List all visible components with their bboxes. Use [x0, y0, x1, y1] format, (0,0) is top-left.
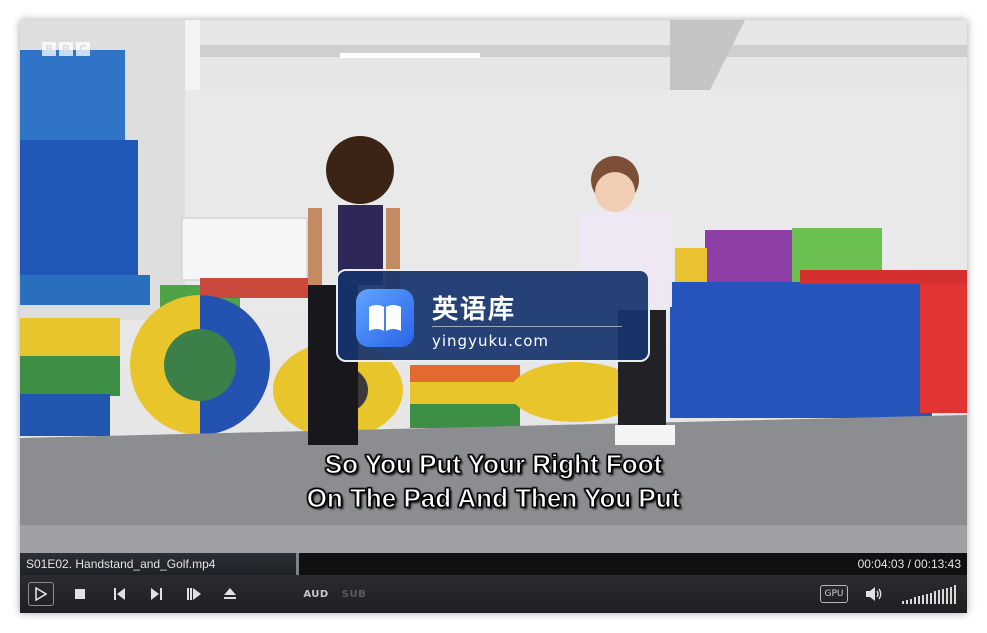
watermark-divider: [432, 326, 622, 327]
volume-bar: [946, 587, 948, 604]
mute-button[interactable]: [865, 582, 885, 606]
watermark-url: yingyuku.com: [432, 332, 549, 350]
volume-bar: [942, 589, 944, 604]
seek-bar[interactable]: S01E02. Handstand_and_Golf.mp4 00:04:03 …: [20, 553, 967, 575]
frame-step-icon: [187, 588, 201, 600]
next-button[interactable]: [146, 582, 166, 606]
stop-button[interactable]: [70, 582, 90, 606]
previous-button[interactable]: [110, 582, 130, 606]
eject-button[interactable]: [220, 582, 240, 606]
next-icon: [151, 588, 162, 600]
play-button[interactable]: [28, 582, 54, 606]
volume-bar: [910, 598, 912, 604]
channel-logo-letter: C: [76, 42, 90, 56]
volume-bar: [906, 599, 908, 604]
volume-slider[interactable]: [902, 584, 958, 604]
channel-logo-letter: B: [42, 42, 56, 56]
watermark-title: 英语库: [432, 295, 517, 325]
watermark-badge: 英语库 yingyuku.com: [336, 269, 650, 362]
frame-step-button[interactable]: [184, 582, 204, 606]
speaker-icon: [866, 587, 882, 601]
volume-bar: [926, 593, 928, 604]
gpu-toggle-button[interactable]: GPU: [820, 585, 848, 603]
volume-bar: [934, 591, 936, 604]
volume-bar: [938, 590, 940, 604]
subtitle-line: So You Put Your Right Foot: [324, 449, 663, 480]
subtitle-line: On The Pad And Then You Put: [306, 483, 681, 514]
stop-icon: [75, 589, 85, 599]
audio-track-button[interactable]: AUD: [303, 582, 329, 606]
video-frame[interactable]: B B C 英语库 yingyuku.com So You Put Your R…: [20, 20, 967, 553]
volume-bar: [950, 586, 952, 604]
subtitle-track-button[interactable]: SUB: [341, 582, 367, 606]
seek-handle[interactable]: [296, 553, 299, 575]
previous-icon: [114, 588, 125, 600]
eject-icon: [224, 588, 236, 599]
volume-bar: [930, 592, 932, 604]
volume-bar: [918, 596, 920, 604]
channel-logo-letter: B: [59, 42, 73, 56]
volume-bar: [922, 595, 924, 604]
file-name: S01E02. Handstand_and_Golf.mp4: [26, 557, 216, 571]
volume-bar: [914, 597, 916, 604]
volume-bar: [902, 601, 904, 604]
volume-bar: [954, 585, 956, 604]
book-icon: [356, 289, 414, 347]
channel-logo: B B C: [42, 42, 90, 56]
time-display: 00:04:03 / 00:13:43: [857, 557, 961, 571]
media-player-window: B B C 英语库 yingyuku.com So You Put Your R…: [20, 20, 967, 613]
control-bar: AUD SUB GPU: [20, 575, 967, 613]
play-icon: [35, 587, 47, 601]
